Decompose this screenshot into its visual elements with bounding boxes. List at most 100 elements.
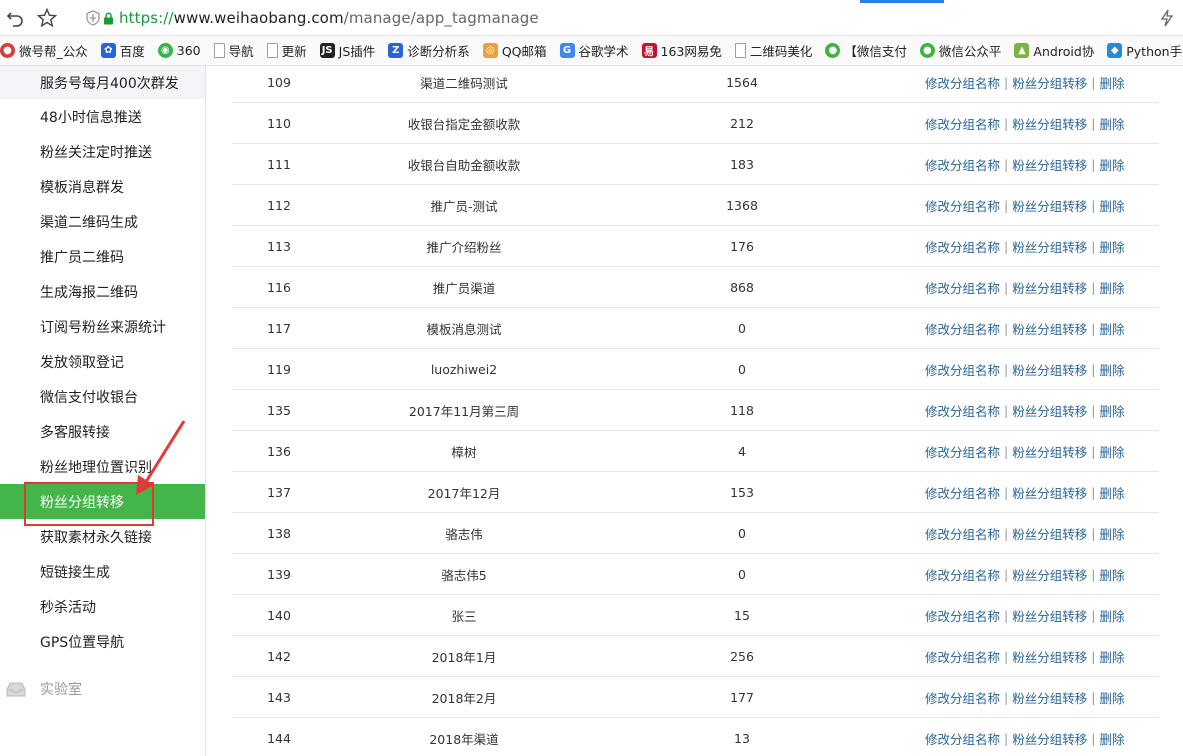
group-id-cell: 112 bbox=[267, 197, 291, 213]
rename-group-link[interactable]: 修改分组名称 bbox=[925, 114, 1000, 133]
transfer-group-link[interactable]: 粉丝分组转移 bbox=[1012, 73, 1087, 92]
action-separator: | bbox=[1004, 238, 1009, 254]
delete-link[interactable]: 删除 bbox=[1099, 483, 1124, 502]
transfer-group-link[interactable]: 粉丝分组转移 bbox=[1012, 319, 1087, 338]
sidebar-item-label: 48小时信息推送 bbox=[40, 109, 142, 126]
transfer-group-link[interactable]: 粉丝分组转移 bbox=[1012, 524, 1087, 543]
sidebar-item[interactable]: 秒杀活动 bbox=[0, 589, 205, 624]
sidebar-item[interactable]: 渠道二维码生成 bbox=[0, 204, 205, 239]
delete-link[interactable]: 删除 bbox=[1099, 565, 1124, 584]
delete-link[interactable]: 删除 bbox=[1099, 155, 1124, 174]
group-name-cell: 2018年1月 bbox=[431, 649, 497, 665]
delete-link[interactable]: 删除 bbox=[1099, 278, 1124, 297]
bookmark-label: 微信公众平 bbox=[938, 44, 1002, 59]
action-separator: | bbox=[1004, 74, 1009, 90]
fan-count-cell: 4 bbox=[738, 443, 746, 459]
delete-link[interactable]: 删除 bbox=[1099, 606, 1124, 625]
bookmark-item[interactable]: ✿ 百度 bbox=[100, 36, 145, 65]
python-icon: ◆ bbox=[1107, 43, 1123, 58]
delete-link[interactable]: 删除 bbox=[1099, 688, 1124, 707]
group-name-cell: 樟树 bbox=[451, 444, 477, 460]
row-actions: 修改分组名称 | 粉丝分组转移 | 删除 bbox=[925, 308, 1159, 348]
lightning-icon[interactable] bbox=[1156, 7, 1178, 29]
baidu-paw-icon: ✿ bbox=[100, 43, 116, 58]
row-actions: 修改分组名称 | 粉丝分组转移 | 删除 bbox=[925, 144, 1159, 184]
sidebar-item[interactable]: 订阅号粉丝来源统计 bbox=[0, 309, 205, 344]
row-actions: 修改分组名称 | 粉丝分组转移 | 删除 bbox=[925, 472, 1159, 512]
bookmark-item[interactable]: ◉ 360 bbox=[157, 36, 201, 65]
rename-group-link[interactable]: 修改分组名称 bbox=[925, 606, 1000, 625]
bookmark-label: 【微信支付 bbox=[844, 44, 907, 59]
transfer-group-link[interactable]: 粉丝分组转移 bbox=[1012, 606, 1087, 625]
sidebar-item[interactable]: 短链接生成 bbox=[0, 554, 205, 589]
page-icon bbox=[734, 43, 746, 58]
transfer-group-link[interactable]: 粉丝分组转移 bbox=[1012, 360, 1087, 379]
rename-group-link[interactable]: 修改分组名称 bbox=[925, 442, 1000, 461]
sidebar-item[interactable]: 推广员二维码 bbox=[0, 239, 205, 274]
row-actions: 修改分组名称 | 粉丝分组转移 | 删除 bbox=[925, 349, 1159, 389]
sidebar-item[interactable]: 48小时信息推送 bbox=[0, 99, 205, 134]
delete-link[interactable]: 删除 bbox=[1099, 319, 1124, 338]
group-name-cell: 骆志伟5 bbox=[441, 567, 487, 583]
rename-group-link[interactable]: 修改分组名称 bbox=[925, 647, 1000, 666]
360-icon: ◉ bbox=[157, 43, 173, 58]
sidebar-item[interactable]: 生成海报二维码 bbox=[0, 274, 205, 309]
sidebar-item[interactable]: 模板消息群发 bbox=[0, 169, 205, 204]
transfer-group-link[interactable]: 粉丝分组转移 bbox=[1012, 647, 1087, 666]
delete-link[interactable]: 删除 bbox=[1099, 647, 1124, 666]
transfer-group-link[interactable]: 粉丝分组转移 bbox=[1012, 114, 1087, 133]
delete-link[interactable]: 删除 bbox=[1099, 360, 1124, 379]
transfer-group-link[interactable]: 粉丝分组转移 bbox=[1012, 442, 1087, 461]
sidebar-item[interactable]: 服务号每月400次群发 bbox=[0, 66, 205, 99]
sidebar-item[interactable]: 微信支付收银台 bbox=[0, 379, 205, 414]
rename-group-link[interactable]: 修改分组名称 bbox=[925, 729, 1000, 748]
action-separator: | bbox=[1004, 279, 1009, 295]
rename-group-link[interactable]: 修改分组名称 bbox=[925, 524, 1000, 543]
sidebar-item[interactable]: 发放领取登记 bbox=[0, 344, 205, 379]
rename-group-link[interactable]: 修改分组名称 bbox=[925, 237, 1000, 256]
bookmark-star-icon[interactable] bbox=[36, 7, 58, 29]
transfer-group-link[interactable]: 粉丝分组转移 bbox=[1012, 688, 1087, 707]
sidebar-section-lab[interactable]: 实验室 bbox=[0, 671, 205, 707]
transfer-group-link[interactable]: 粉丝分组转移 bbox=[1012, 237, 1087, 256]
delete-link[interactable]: 删除 bbox=[1099, 73, 1124, 92]
rename-group-link[interactable]: 修改分组名称 bbox=[925, 360, 1000, 379]
transfer-group-link[interactable]: 粉丝分组转移 bbox=[1012, 155, 1087, 174]
transfer-group-link[interactable]: 粉丝分组转移 bbox=[1012, 729, 1087, 748]
rename-group-link[interactable]: 修改分组名称 bbox=[925, 196, 1000, 215]
sidebar-item[interactable]: GPS位置导航 bbox=[0, 624, 205, 659]
rename-group-link[interactable]: 修改分组名称 bbox=[925, 483, 1000, 502]
delete-link[interactable]: 删除 bbox=[1099, 237, 1124, 256]
sidebar-item[interactable]: 粉丝关注定时推送 bbox=[0, 134, 205, 169]
url-field[interactable]: https://www.weihaobang.com/manage/app_ta… bbox=[119, 6, 539, 30]
delete-link[interactable]: 删除 bbox=[1099, 729, 1124, 748]
delete-link[interactable]: 删除 bbox=[1099, 524, 1124, 543]
action-separator: | bbox=[1091, 320, 1096, 336]
transfer-group-link[interactable]: 粉丝分组转移 bbox=[1012, 483, 1087, 502]
rename-group-link[interactable]: 修改分组名称 bbox=[925, 73, 1000, 92]
transfer-group-link[interactable]: 粉丝分组转移 bbox=[1012, 196, 1087, 215]
url-host: www.weihaobang.com bbox=[173, 9, 344, 27]
rename-group-link[interactable]: 修改分组名称 bbox=[925, 565, 1000, 584]
delete-link[interactable]: 删除 bbox=[1099, 401, 1124, 420]
sidebar-item-label: 生成海报二维码 bbox=[40, 284, 138, 301]
delete-link[interactable]: 删除 bbox=[1099, 196, 1124, 215]
transfer-group-link[interactable]: 粉丝分组转移 bbox=[1012, 565, 1087, 584]
back-icon[interactable] bbox=[4, 7, 26, 29]
bookmark-label: 导航 bbox=[228, 44, 254, 59]
group-id-cell: 137 bbox=[267, 484, 291, 500]
rename-group-link[interactable]: 修改分组名称 bbox=[925, 319, 1000, 338]
rename-group-link[interactable]: 修改分组名称 bbox=[925, 278, 1000, 297]
page-icon bbox=[213, 43, 225, 58]
delete-link[interactable]: 删除 bbox=[1099, 114, 1124, 133]
fan-count-cell: 0 bbox=[738, 525, 746, 541]
rename-group-link[interactable]: 修改分组名称 bbox=[925, 155, 1000, 174]
delete-link[interactable]: 删除 bbox=[1099, 442, 1124, 461]
row-actions: 修改分组名称 | 粉丝分组转移 | 删除 bbox=[925, 103, 1159, 143]
bookmark-item[interactable]: ● 微号帮_公众 bbox=[0, 36, 88, 65]
rename-group-link[interactable]: 修改分组名称 bbox=[925, 401, 1000, 420]
rename-group-link[interactable]: 修改分组名称 bbox=[925, 688, 1000, 707]
transfer-group-link[interactable]: 粉丝分组转移 bbox=[1012, 278, 1087, 297]
transfer-group-link[interactable]: 粉丝分组转移 bbox=[1012, 401, 1087, 420]
group-name-cell: 推广员-测试 bbox=[430, 198, 498, 214]
